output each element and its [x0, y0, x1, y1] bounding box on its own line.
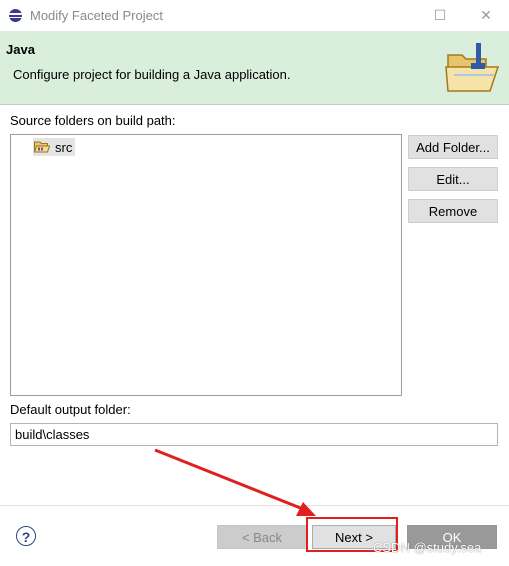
watermark-text: CSDN @study.sea [373, 540, 482, 555]
annotation-arrow [154, 448, 316, 516]
